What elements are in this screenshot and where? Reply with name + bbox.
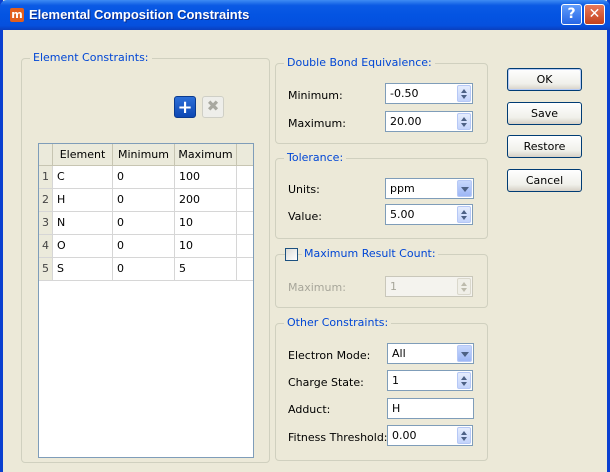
max-result-spinner: 1 — [385, 276, 473, 297]
column-header-maximum[interactable]: Maximum — [175, 144, 237, 165]
row-number: 3 — [39, 212, 53, 234]
dbe-minimum-label: Minimum: — [288, 89, 343, 102]
column-header-minimum[interactable]: Minimum — [113, 144, 175, 165]
dbe-minimum-spinner[interactable]: -0.50 — [385, 83, 473, 104]
dbe-maximum-value: 20.00 — [390, 115, 422, 128]
spinner-arrows-icon[interactable] — [457, 372, 471, 389]
table-row[interactable]: 2 H 0 200 — [39, 189, 253, 212]
table-row[interactable]: 1 C 0 100 — [39, 166, 253, 189]
table-header: Element Minimum Maximum — [39, 144, 253, 166]
add-element-button[interactable]: + — [174, 96, 196, 118]
tolerance-legend: Tolerance: — [284, 151, 347, 164]
charge-state-value: 1 — [392, 374, 399, 387]
dbe-minimum-value: -0.50 — [390, 87, 419, 100]
cell-minimum[interactable]: 0 — [113, 166, 175, 188]
column-header-element[interactable]: Element — [53, 144, 113, 165]
element-constraints-legend: Element Constraints: — [30, 51, 152, 64]
charge-state-label: Charge State: — [288, 376, 364, 389]
table-header-corner — [39, 144, 53, 165]
element-table[interactable]: Element Minimum Maximum 1 C 0 100 2 H 0 200 3 N 0 1… — [38, 143, 254, 458]
x-icon: ✖ — [206, 97, 220, 115]
spinner-arrows-icon[interactable] — [457, 206, 471, 223]
max-result-value: 1 — [390, 280, 397, 293]
table-row[interactable]: 4 O 0 10 — [39, 235, 253, 258]
ok-button[interactable]: OK — [507, 68, 582, 91]
title-bar[interactable]: m Elemental Composition Constraints ? ✕ — [0, 0, 610, 30]
fitness-threshold-value: 0.00 — [392, 429, 417, 442]
chevron-down-icon[interactable] — [457, 345, 472, 362]
row-number: 5 — [39, 258, 53, 280]
electron-mode-select[interactable]: All — [387, 343, 474, 364]
fitness-threshold-label: Fitness Threshold: — [288, 431, 388, 444]
adduct-input[interactable]: H — [387, 398, 474, 419]
adduct-label: Adduct: — [288, 403, 331, 416]
cell-element[interactable]: O — [53, 235, 113, 257]
cancel-button[interactable]: Cancel — [507, 169, 582, 192]
cell-minimum[interactable]: 0 — [113, 212, 175, 234]
cell-maximum[interactable]: 100 — [175, 166, 237, 188]
cell-maximum[interactable]: 5 — [175, 258, 237, 280]
chevron-down-icon[interactable] — [457, 180, 472, 197]
cell-element[interactable]: C — [53, 166, 113, 188]
cell-minimum[interactable]: 0 — [113, 258, 175, 280]
tolerance-value-label: Value: — [288, 210, 322, 223]
row-number: 4 — [39, 235, 53, 257]
window-title: Elemental Composition Constraints — [29, 7, 250, 22]
spinner-arrows-icon[interactable] — [457, 85, 471, 102]
units-value: ppm — [390, 182, 415, 195]
table-row[interactable]: 5S05 — [39, 258, 253, 281]
app-icon: m — [10, 8, 24, 22]
cell-element[interactable]: S — [53, 258, 113, 280]
spinner-arrows-icon[interactable] — [457, 113, 471, 130]
cell-element[interactable]: N — [53, 212, 113, 234]
dbe-maximum-spinner[interactable]: 20.00 — [385, 111, 473, 132]
max-result-checkbox[interactable] — [285, 248, 298, 261]
table-row[interactable]: 3 N 0 10 — [39, 212, 253, 235]
cell-minimum[interactable]: 0 — [113, 235, 175, 257]
cell-maximum[interactable]: 200 — [175, 189, 237, 211]
tolerance-value: 5.00 — [390, 208, 415, 221]
tolerance-value-spinner[interactable]: 5.00 — [385, 204, 473, 225]
spinner-arrows-icon — [457, 278, 471, 295]
restore-button[interactable]: Restore — [507, 135, 582, 158]
adduct-value: H — [392, 402, 401, 415]
charge-state-spinner[interactable]: 1 — [387, 370, 473, 391]
dbe-maximum-label: Maximum: — [288, 117, 346, 130]
cell-maximum[interactable]: 10 — [175, 212, 237, 234]
units-label: Units: — [288, 183, 320, 196]
dialog-window: m Elemental Composition Constraints ? ✕ … — [0, 0, 610, 472]
save-button[interactable]: Save — [507, 102, 582, 125]
other-constraints-legend: Other Constraints: — [284, 316, 392, 329]
electron-mode-value: All — [392, 347, 406, 360]
cell-minimum[interactable]: 0 — [113, 189, 175, 211]
plus-icon: + — [177, 97, 193, 118]
units-select[interactable]: ppm — [385, 178, 474, 199]
cell-maximum[interactable]: 10 — [175, 235, 237, 257]
dbe-legend: Double Bond Equivalence: — [284, 56, 435, 69]
max-result-legend[interactable]: Maximum Result Count: — [302, 247, 438, 260]
remove-element-button[interactable]: ✖ — [202, 96, 224, 118]
max-result-maximum-label: Maximum: — [288, 281, 346, 294]
fitness-threshold-spinner[interactable]: 0.00 — [387, 425, 473, 446]
row-number: 1 — [39, 166, 53, 188]
close-button[interactable]: ✕ — [584, 4, 605, 25]
help-button[interactable]: ? — [561, 4, 582, 25]
cell-element[interactable]: H — [53, 189, 113, 211]
spinner-arrows-icon[interactable] — [457, 427, 471, 444]
electron-mode-label: Electron Mode: — [288, 349, 371, 362]
row-number: 2 — [39, 189, 53, 211]
